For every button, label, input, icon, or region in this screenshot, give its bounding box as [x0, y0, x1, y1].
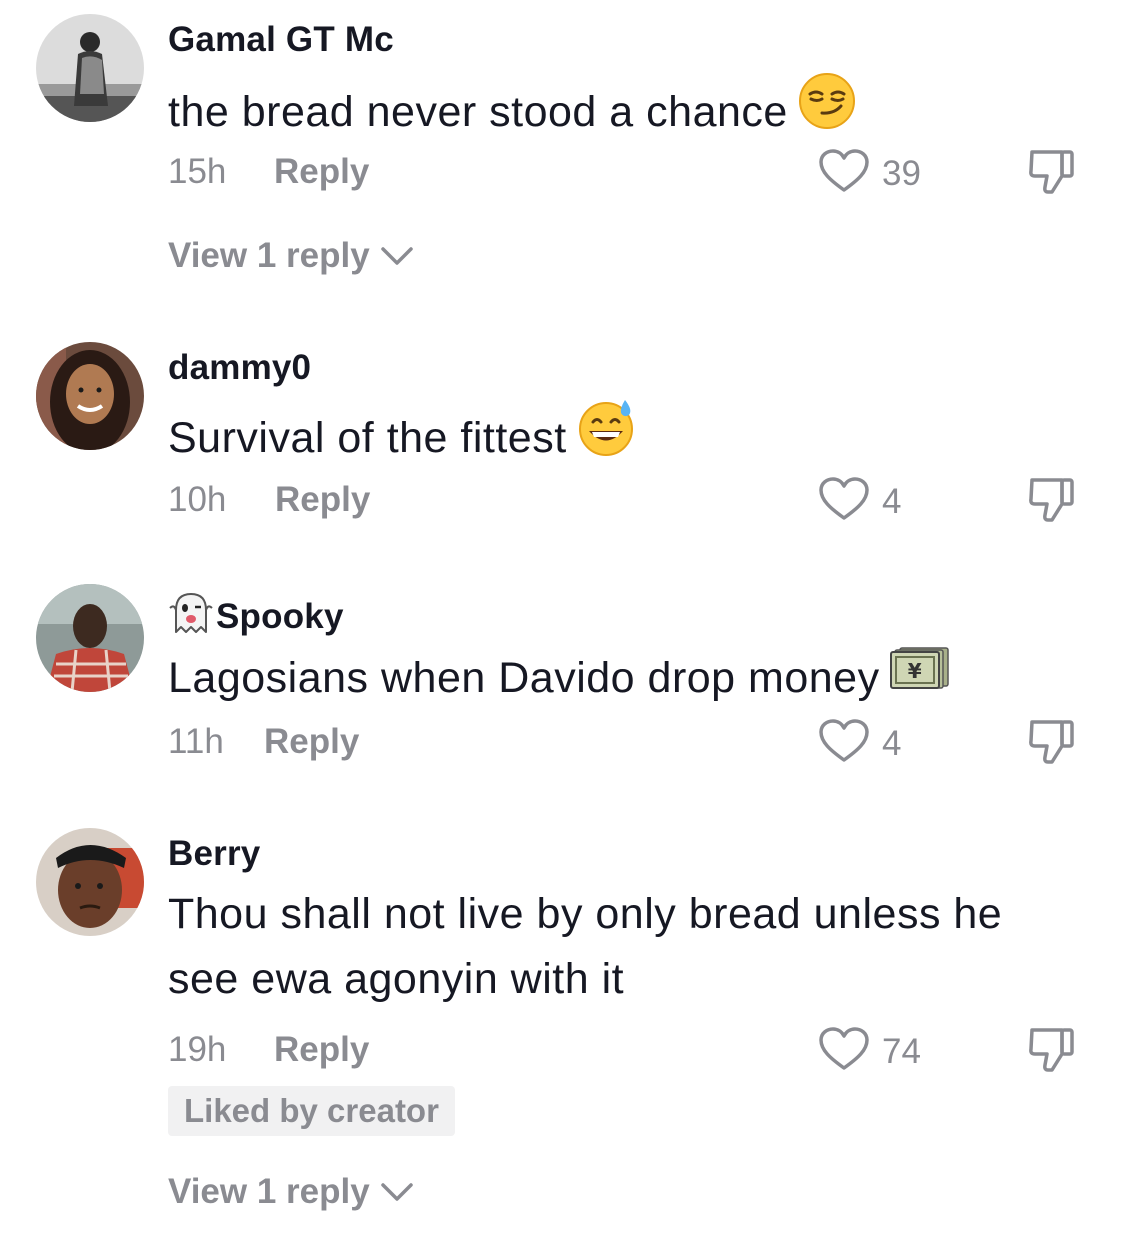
chevron-down-icon [370, 1172, 414, 1212]
comment-item: dammy0 Survival of the fittest 10h Reply… [0, 330, 1125, 570]
like-button[interactable]: 39 [818, 148, 921, 199]
ghost-icon [168, 590, 214, 643]
thumbs-down-icon [1026, 720, 1078, 770]
like-count: 4 [882, 723, 902, 763]
comment-timestamp: 19h [168, 1030, 227, 1069]
thumbs-down-icon [1026, 1028, 1078, 1078]
comment-text-line: Thou shall not live by only bread unless… [168, 890, 1003, 938]
avatar[interactable] [36, 584, 144, 692]
like-button[interactable]: 74 [818, 1026, 921, 1077]
comment-username[interactable]: Berry [168, 834, 260, 874]
dislike-button[interactable] [1026, 474, 1078, 529]
comment-text: the bread never stood a chance [168, 73, 1088, 153]
comment-timestamp: 11h [168, 722, 224, 761]
yen-banknote-icon: ¥ [889, 644, 950, 709]
like-button[interactable]: 4 [818, 476, 901, 527]
avatar[interactable] [36, 14, 144, 122]
avatar[interactable] [36, 828, 144, 936]
view-replies-label: View 1 reply [168, 1172, 370, 1211]
view-replies-label: View 1 reply [168, 236, 370, 275]
comment-username-text: Spooky [216, 596, 344, 636]
comment-username[interactable]: Gamal GT Mc [168, 20, 394, 60]
smirking-face-icon [798, 72, 856, 149]
comment-text-line: see ewa agonyin with it [168, 955, 625, 1003]
comment-text-content: Lagosians when Davido drop money [168, 654, 880, 702]
comment-timestamp: 10h [168, 480, 227, 519]
reply-button[interactable]: Reply [274, 152, 369, 192]
thumbs-down-icon [1026, 478, 1078, 528]
like-count: 39 [882, 153, 921, 193]
avatar[interactable] [36, 342, 144, 450]
comment-text-content: the bread never stood a chance [168, 87, 788, 136]
reply-button[interactable]: Reply [264, 722, 359, 762]
comment-text-content: Survival of the fittest [168, 413, 567, 462]
dislike-button[interactable] [1026, 146, 1078, 201]
grinning-face-with-sweat-icon [577, 398, 635, 475]
like-count: 74 [882, 1031, 921, 1071]
heart-icon [818, 1026, 870, 1077]
liked-by-creator-badge: Liked by creator [168, 1086, 455, 1136]
dislike-button[interactable] [1026, 716, 1078, 771]
comment-timestamp: 15h [168, 152, 227, 191]
thumbs-down-icon [1026, 150, 1078, 200]
comment-text: Survival of the fittest [168, 400, 1088, 479]
comment-text: Lagosians when Davido drop money ¥ [168, 646, 1088, 713]
reply-button[interactable]: Reply [275, 480, 370, 520]
heart-icon [818, 476, 870, 527]
comment-item: Gamal GT Mc the bread never stood a chan… [0, 0, 1125, 300]
like-count: 4 [882, 481, 902, 521]
comment-text: Thou shall not live by only bread unless… [168, 882, 1088, 1012]
comment-item: Berry Thou shall not live by only bread … [0, 816, 1125, 1256]
heart-icon [818, 718, 870, 769]
chevron-down-icon [370, 236, 414, 276]
heart-icon [818, 148, 870, 199]
comment-username[interactable]: dammy0 [168, 348, 311, 388]
reply-button[interactable]: Reply [274, 1030, 369, 1070]
comment-username[interactable]: Spooky [168, 590, 344, 643]
svg-text:¥: ¥ [907, 659, 921, 683]
view-replies-button[interactable]: View 1 reply [168, 236, 414, 276]
view-replies-button[interactable]: View 1 reply [168, 1172, 414, 1212]
comment-item: Spooky Lagosians when Davido drop money … [0, 572, 1125, 812]
dislike-button[interactable] [1026, 1024, 1078, 1079]
like-button[interactable]: 4 [818, 718, 901, 769]
